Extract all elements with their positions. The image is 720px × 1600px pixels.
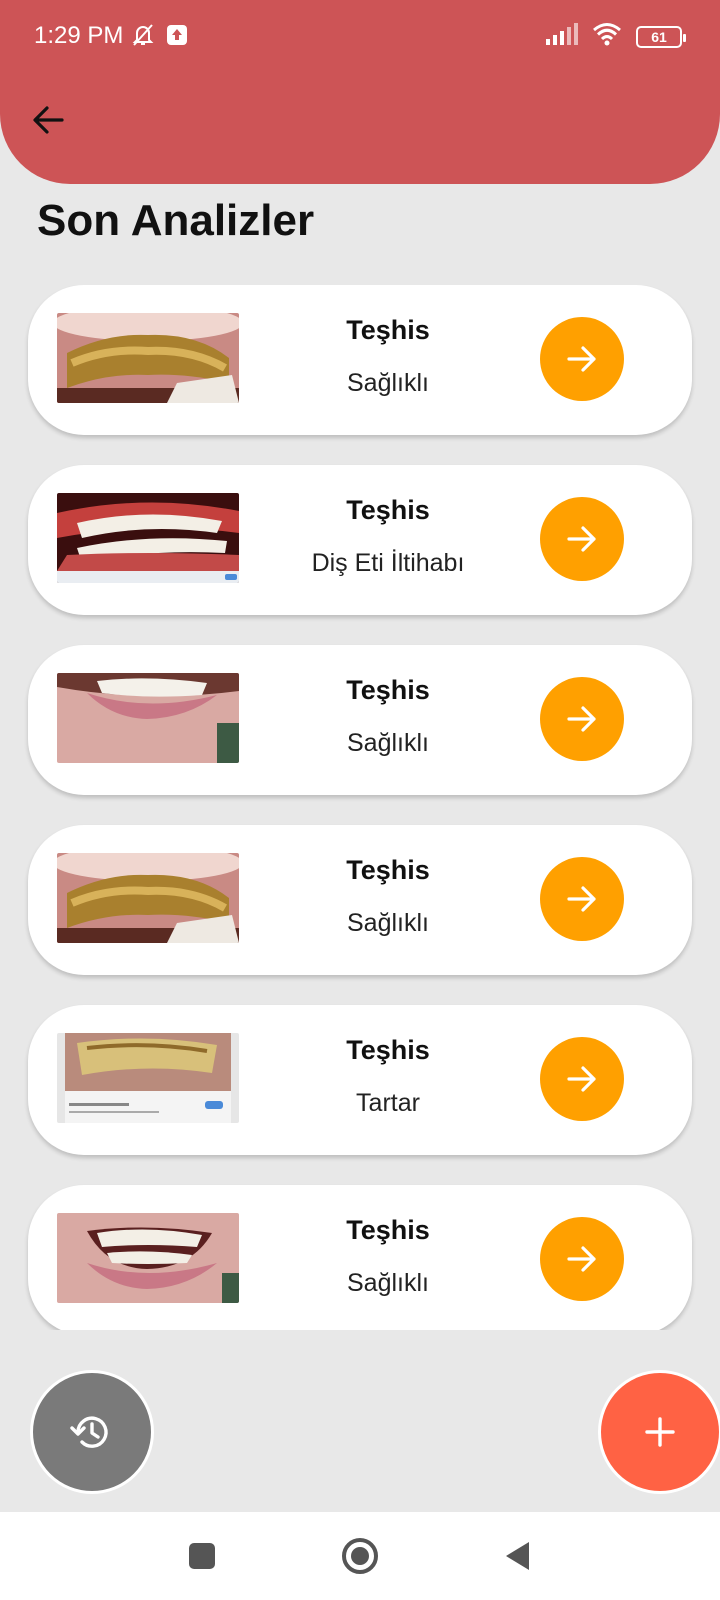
diagnosis-value: Sağlıklı — [347, 909, 429, 937]
system-navigation-bar — [0, 1512, 720, 1600]
history-icon — [70, 1416, 108, 1448]
open-analysis-button[interactable] — [540, 677, 624, 761]
upload-notification-icon — [166, 24, 188, 51]
analysis-thumbnail — [57, 853, 239, 943]
arrow-right-icon — [567, 706, 596, 732]
analysis-thumbnail — [57, 1033, 239, 1123]
status-time: 1:29 PM — [34, 22, 124, 49]
diagnosis-label: Teşhis — [346, 675, 430, 705]
status-system-icons: 61 — [546, 22, 686, 51]
diagnosis-value: Tartar — [356, 1089, 420, 1117]
arrow-right-icon — [567, 886, 596, 912]
analyses-list[interactable]: Teşhis Sağlıklı Teşhis Diş Eti İltihabı … — [0, 285, 720, 1330]
analysis-card[interactable]: Teşhis Sağlıklı — [28, 645, 692, 795]
mute-bell-icon — [130, 22, 156, 53]
battery-level: 61 — [651, 28, 667, 45]
recents-button[interactable] — [178, 1532, 226, 1580]
add-analysis-button[interactable] — [598, 1370, 720, 1494]
open-analysis-button[interactable] — [540, 1217, 624, 1301]
diagnosis-value: Sağlıklı — [347, 1269, 429, 1297]
open-analysis-button[interactable] — [540, 497, 624, 581]
analysis-card[interactable]: Teşhis Diş Eti İltihabı — [28, 465, 692, 615]
diagnosis-label: Teşhis — [346, 315, 430, 345]
app-header: 1:29 PM 61 — [0, 0, 720, 184]
analysis-card[interactable]: Teşhis Tartar — [28, 1005, 692, 1155]
signal-icon — [546, 23, 578, 50]
arrow-left-icon — [33, 106, 64, 134]
analysis-thumbnail — [57, 313, 239, 403]
back-nav-button[interactable] — [494, 1532, 542, 1580]
battery-icon: 61 — [636, 25, 686, 48]
diagnosis-value: Sağlıklı — [347, 369, 429, 397]
history-button[interactable] — [30, 1370, 154, 1494]
diagnosis-value: Diş Eti İltihabı — [311, 549, 465, 577]
recents-square-icon — [189, 1543, 215, 1569]
analysis-card[interactable]: Teşhis Sağlıklı — [28, 825, 692, 975]
analysis-thumbnail — [57, 493, 239, 583]
open-analysis-button[interactable] — [540, 1037, 624, 1121]
open-analysis-button[interactable] — [540, 317, 624, 401]
arrow-right-icon — [567, 346, 596, 372]
analysis-card[interactable]: Teşhis Sağlıklı — [28, 285, 692, 435]
diagnosis-label: Teşhis — [346, 1215, 430, 1245]
diagnosis-label: Teşhis — [346, 495, 430, 525]
diagnosis-value: Sağlıklı — [347, 729, 429, 757]
home-button[interactable] — [336, 1532, 384, 1580]
home-circle-icon — [342, 1538, 378, 1574]
screen: 1:29 PM 61 Son Analizler Teşhis Sağlıklı… — [0, 0, 720, 1600]
status-notification-icons — [130, 22, 188, 53]
arrow-right-icon — [567, 526, 596, 552]
plus-icon — [645, 1417, 675, 1447]
diagnosis-label: Teşhis — [346, 1035, 430, 1065]
status-bar: 1:29 PM 61 — [0, 0, 720, 72]
arrow-right-icon — [567, 1066, 596, 1092]
back-triangle-icon — [506, 1542, 529, 1570]
diagnosis-label: Teşhis — [346, 855, 430, 885]
page-title: Son Analizler — [37, 196, 315, 245]
analysis-card[interactable]: Teşhis Sağlıklı — [28, 1185, 692, 1330]
open-analysis-button[interactable] — [540, 857, 624, 941]
back-button[interactable] — [26, 98, 70, 142]
arrow-right-icon — [567, 1246, 596, 1272]
analysis-thumbnail — [57, 1213, 239, 1303]
analysis-thumbnail — [57, 673, 239, 763]
wifi-icon — [592, 22, 622, 51]
